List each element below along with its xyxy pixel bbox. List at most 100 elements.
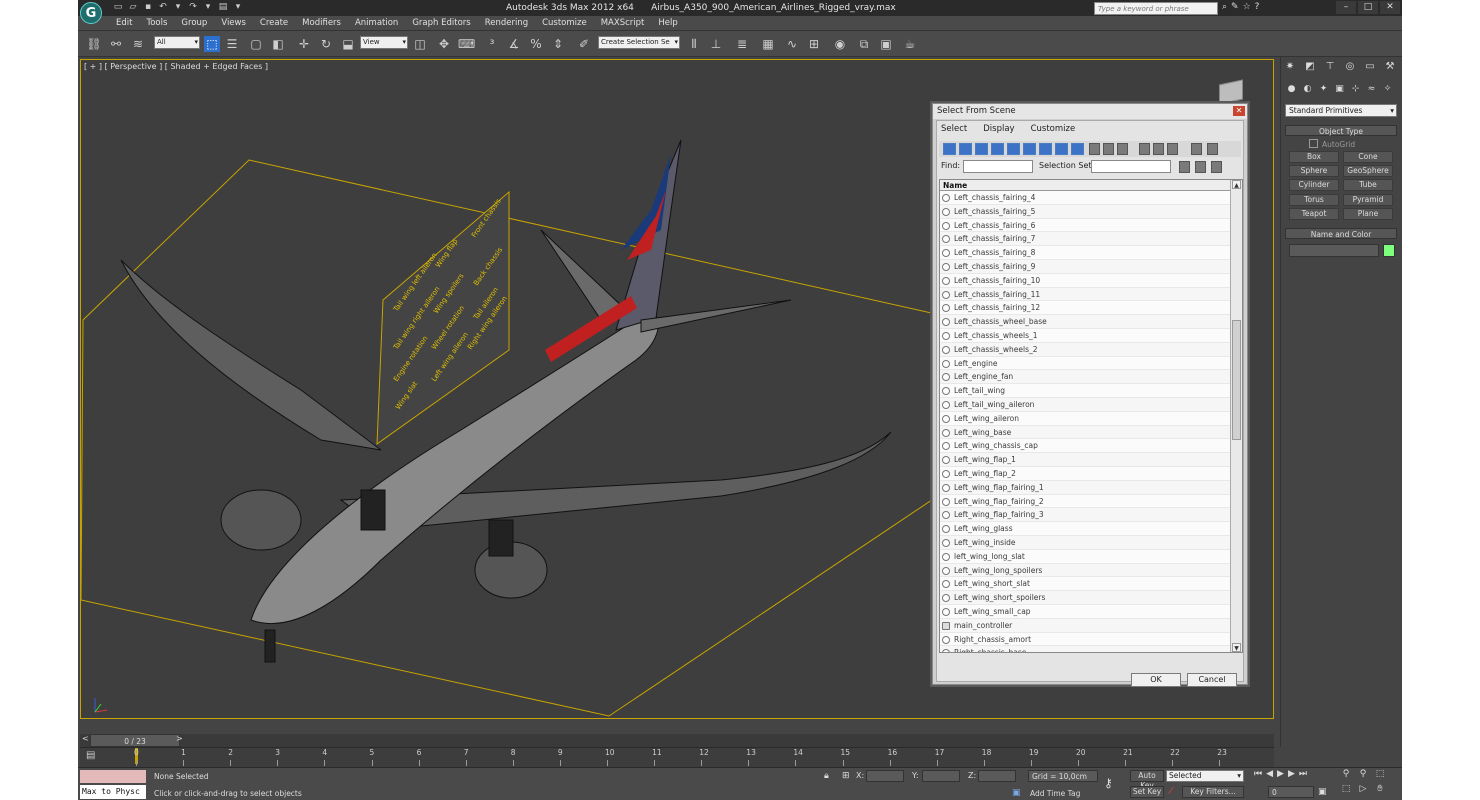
pan-icon[interactable]: ✋︎ — [1374, 784, 1386, 794]
list-item[interactable]: Left_chassis_fairing_6 — [940, 218, 1230, 233]
menu-create[interactable]: Create — [260, 18, 288, 28]
list-item[interactable]: Right_chassis_amort — [940, 632, 1230, 647]
dialog-menu-select[interactable]: Select — [941, 124, 967, 134]
list-item[interactable]: Left_chassis_fairing_8 — [940, 246, 1230, 260]
list-item[interactable]: Left_engine_fan — [940, 370, 1230, 385]
list-item[interactable]: Left_chassis_fairing_4 — [940, 191, 1230, 205]
time-slider-handle[interactable]: 0 / 23 — [90, 734, 180, 747]
create-tab-icon[interactable]: ✷ — [1283, 60, 1297, 74]
list-item[interactable]: Left_wing_long_spoilers — [940, 563, 1230, 578]
primitive-category-dropdown[interactable]: Standard Primitives — [1285, 104, 1397, 117]
pivot-center-icon[interactable]: ◫ — [412, 36, 428, 52]
go-to-end-icon[interactable]: ⏭ — [1299, 769, 1307, 779]
maxscript-listener-output[interactable] — [80, 770, 146, 783]
zoom-all-icon[interactable]: ⚲ — [1357, 769, 1369, 779]
display-geometry-icon[interactable] — [943, 143, 956, 155]
geosphere-button[interactable]: GeoSphere — [1343, 165, 1393, 177]
angle-snap-icon[interactable]: ∡ — [506, 36, 522, 52]
go-to-start-icon[interactable]: ⏮ — [1254, 769, 1262, 779]
time-tag-icon[interactable]: ▣ — [1012, 788, 1021, 798]
menu-edit[interactable]: Edit — [116, 18, 132, 28]
project-folder-icon[interactable]: ▤ — [217, 2, 229, 13]
list-item[interactable]: Left_wing_flap_fairing_1 — [940, 480, 1230, 495]
object-name-input[interactable] — [1289, 244, 1379, 257]
object-color-swatch[interactable] — [1383, 244, 1395, 257]
graphite-modeling-icon[interactable]: ▦ — [760, 36, 776, 52]
previous-frame-icon[interactable]: ◀ — [1266, 769, 1273, 779]
rectangular-selection-icon[interactable]: ▢ — [248, 36, 264, 52]
autogrid-checkbox[interactable]: AutoGrid — [1309, 139, 1355, 149]
torus-button[interactable]: Torus — [1289, 194, 1339, 206]
display-bones-icon[interactable] — [1071, 143, 1084, 155]
set-key-mode-icon[interactable]: ⚷ — [1104, 776, 1113, 790]
cancel-button[interactable]: Cancel — [1187, 673, 1237, 687]
select-invert-icon[interactable] — [1167, 143, 1178, 155]
list-column-name[interactable]: Name — [940, 180, 1230, 191]
display-helpers-icon[interactable] — [1007, 143, 1020, 155]
list-item[interactable]: Left_wing_glass — [940, 522, 1230, 536]
cylinder-button[interactable]: Cylinder — [1289, 179, 1339, 191]
list-item[interactable]: left_wing_long_slat — [940, 549, 1230, 564]
helpers-icon[interactable]: ⊹ — [1349, 83, 1362, 96]
key-icon[interactable]: ⁄ — [1170, 786, 1172, 797]
list-item[interactable]: Left_wing_flap_2 — [940, 466, 1230, 481]
help-icon[interactable]: ? — [1255, 2, 1260, 12]
snaps-toggle-icon[interactable]: ³ — [484, 36, 500, 52]
list-item[interactable]: Left_wing_small_cap — [940, 604, 1230, 619]
undo-icon[interactable]: ↶ — [157, 2, 169, 13]
list-item[interactable]: Left_wing_flap_fairing_3 — [940, 508, 1230, 523]
layer-manager-icon[interactable]: ≣ — [734, 36, 750, 52]
add-time-tag-button[interactable]: Add Time Tag — [1030, 789, 1080, 798]
menu-graph-editors[interactable]: Graph Editors — [412, 18, 470, 28]
list-scrollbar[interactable]: ▲ ▼ — [1230, 180, 1242, 652]
field-of-view-icon[interactable]: ▷ — [1357, 784, 1369, 794]
menu-rendering[interactable]: Rendering — [485, 18, 528, 28]
name-and-color-rollout[interactable]: Name and Color — [1285, 228, 1397, 239]
menu-help[interactable]: Help — [658, 18, 677, 28]
cameras-icon[interactable]: ▣ — [1333, 83, 1346, 96]
scroll-thumb[interactable] — [1232, 320, 1241, 440]
selection-set-add-icon[interactable] — [1179, 161, 1190, 173]
next-frame-icon[interactable]: ▶ — [1288, 769, 1295, 779]
zoom-extents-all-icon[interactable]: ⬚ — [1340, 784, 1352, 794]
display-xrefs-icon[interactable] — [1055, 143, 1068, 155]
list-item[interactable]: main_controller — [940, 618, 1230, 633]
menu-group[interactable]: Group — [181, 18, 207, 28]
render-setup-icon[interactable]: ⧉ — [856, 36, 872, 52]
play-icon[interactable]: ▶ — [1277, 769, 1284, 779]
align-icon[interactable]: ⊥ — [708, 36, 724, 52]
menu-modifiers[interactable]: Modifiers — [302, 18, 341, 28]
menu-customize[interactable]: Customize — [542, 18, 587, 28]
pyramid-button[interactable]: Pyramid — [1343, 194, 1393, 206]
time-slider[interactable]: 0 / 23 < > — [80, 734, 1274, 747]
ok-button[interactable]: OK — [1131, 673, 1181, 687]
display-cameras-icon[interactable] — [991, 143, 1004, 155]
y-coord-field[interactable] — [922, 770, 960, 782]
display-tab-icon[interactable]: ▭ — [1363, 60, 1377, 74]
hierarchy-icon[interactable] — [1207, 143, 1218, 155]
shapes-icon[interactable]: ◐ — [1301, 83, 1314, 96]
keyboard-shortcut-toggle-icon[interactable]: ⌨ — [458, 36, 475, 52]
list-item[interactable]: Left_wing_short_slat — [940, 577, 1230, 592]
list-item[interactable]: Left_chassis_fairing_11 — [940, 287, 1230, 302]
dialog-menu-customize[interactable]: Customize — [1031, 124, 1076, 134]
reference-coordinate-dropdown[interactable]: View — [360, 36, 408, 49]
lights-icon[interactable]: ✦ — [1317, 83, 1330, 96]
customize-qa-dropdown-icon[interactable]: ▾ — [232, 2, 244, 13]
list-item[interactable]: Left_wing_chassis_cap — [940, 439, 1230, 454]
curve-editor-icon[interactable]: ∿ — [784, 36, 800, 52]
material-editor-icon[interactable]: ◉ — [832, 36, 848, 52]
selection-set-edit-icon[interactable] — [1211, 161, 1222, 173]
select-by-name-icon[interactable]: ☰ — [224, 36, 240, 52]
redo-dropdown-icon[interactable]: ▾ — [202, 2, 214, 13]
display-all-icon[interactable] — [1089, 143, 1100, 155]
save-file-icon[interactable]: ▪ — [142, 2, 154, 13]
list-item[interactable]: Left_wing_aileron — [940, 411, 1230, 426]
list-item[interactable]: Right_chassis_base — [940, 646, 1230, 652]
select-and-rotate-icon[interactable]: ↻ — [318, 36, 334, 52]
display-shapes-icon[interactable] — [959, 143, 972, 155]
teapot-button[interactable]: Teapot — [1289, 208, 1339, 220]
list-item[interactable]: Left_chassis_wheels_2 — [940, 342, 1230, 357]
tools-icon[interactable]: ✎ — [1231, 2, 1239, 12]
list-item[interactable]: Left_wing_short_spoilers — [940, 591, 1230, 605]
